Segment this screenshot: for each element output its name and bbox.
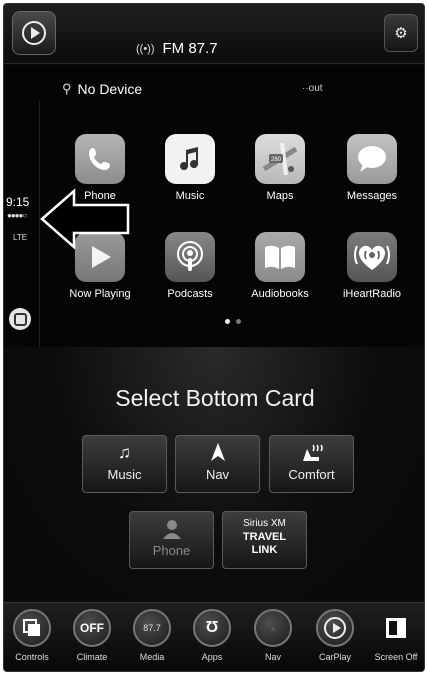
left-arrow-icon bbox=[40, 188, 130, 250]
radio-station-label: FM 87.7 bbox=[162, 40, 218, 57]
app-podcasts[interactable]: Podcasts bbox=[154, 232, 226, 300]
phone-icon bbox=[75, 134, 125, 184]
card-line3: LINK bbox=[251, 544, 278, 556]
usb-icon: ⚲ bbox=[62, 81, 72, 96]
app-label: Now Playing bbox=[69, 288, 131, 300]
uconnect-screen: ((•)) FM 87.7 ⚙ ⚲ No Device ··out 9:15 ●… bbox=[3, 3, 425, 672]
controls-icon bbox=[13, 609, 51, 647]
dock-label: Screen Off bbox=[374, 652, 418, 662]
dock-apps[interactable]: Ʊ Apps bbox=[183, 609, 241, 662]
climate-off-icon: OFF bbox=[73, 609, 111, 647]
audiobooks-icon bbox=[255, 232, 305, 282]
app-label: Messages bbox=[346, 190, 398, 202]
dock-carplay[interactable]: CarPlay bbox=[306, 609, 364, 662]
card-music[interactable]: ♫ Music bbox=[82, 435, 167, 493]
dock-climate[interactable]: OFF Climate bbox=[63, 609, 121, 662]
gear-icon: ⚙ bbox=[394, 25, 408, 42]
dock-label: CarPlay bbox=[318, 652, 351, 662]
maps-badge: 280 bbox=[271, 157, 282, 163]
dock-label: Media bbox=[139, 652, 165, 662]
apps-icon: Ʊ bbox=[193, 609, 231, 647]
top-bar: ((•)) FM 87.7 ⚙ bbox=[4, 4, 424, 64]
app-iheartradio[interactable]: iHeartRadio bbox=[336, 232, 408, 300]
carplay-icon bbox=[22, 21, 46, 45]
card-label: Nav bbox=[205, 467, 230, 482]
app-label: Audiobooks bbox=[251, 288, 309, 300]
card-line2: TRAVEL bbox=[242, 531, 287, 543]
carplay-area: ⚲ No Device ··out 9:15 ●●●●○ LTE Phone M… bbox=[4, 65, 424, 347]
card-phone[interactable]: Phone bbox=[129, 511, 214, 569]
card-line1: Sirius XM bbox=[243, 518, 286, 529]
screen-off-icon bbox=[377, 609, 415, 647]
out-label: ··out bbox=[302, 83, 323, 94]
carplay-icon bbox=[316, 609, 354, 647]
app-music[interactable]: Music bbox=[154, 134, 226, 202]
maps-icon: 280 bbox=[255, 134, 305, 184]
app-label: iHeartRadio bbox=[342, 288, 402, 300]
card-siriusxm-travel-link[interactable]: Sirius XM TRAVEL LINK bbox=[222, 511, 307, 569]
radio-status[interactable]: ((•)) FM 87.7 bbox=[136, 40, 218, 57]
dock-label: Apps bbox=[201, 652, 223, 662]
signal-strength-icon: ●●●●○ bbox=[7, 211, 27, 220]
dock-label: Climate bbox=[76, 652, 108, 662]
bottom-card-selector: Select Bottom Card ♫ Music Nav Comfort P… bbox=[4, 347, 424, 602]
dock-label: Controls bbox=[15, 652, 49, 662]
dock-nav[interactable]: ▲ Nav bbox=[244, 609, 302, 662]
card-label: Phone bbox=[152, 543, 191, 558]
app-label: Podcasts bbox=[167, 288, 213, 300]
page-dot bbox=[236, 319, 241, 324]
device-status-label: No Device bbox=[77, 81, 143, 97]
app-label: Maps bbox=[266, 190, 294, 202]
iheartradio-icon bbox=[347, 232, 397, 282]
dock-media[interactable]: 87.7 Media bbox=[123, 609, 181, 662]
nav-icon: ▲ bbox=[254, 609, 292, 647]
media-icon: 87.7 bbox=[133, 609, 171, 647]
podcasts-icon bbox=[165, 232, 215, 282]
dock-screen-off[interactable]: Screen Off bbox=[367, 609, 424, 662]
app-label: Music bbox=[175, 190, 205, 202]
dock-controls[interactable]: Controls bbox=[4, 609, 61, 662]
music-icon bbox=[165, 134, 215, 184]
messages-icon bbox=[347, 134, 397, 184]
clock-time: 9:15 bbox=[6, 195, 30, 209]
bottom-dock: Controls OFF Climate 87.7 Media Ʊ Apps ▲… bbox=[4, 602, 424, 671]
carplay-home-dot-button[interactable] bbox=[9, 308, 31, 330]
page-dot-active bbox=[225, 319, 230, 324]
app-maps[interactable]: 280 Maps bbox=[244, 134, 316, 202]
bottom-card-title: Select Bottom Card bbox=[115, 385, 315, 411]
antenna-icon: ((•)) bbox=[136, 42, 155, 55]
nav-arrow-icon bbox=[176, 443, 259, 463]
carplay-home-button[interactable] bbox=[12, 11, 56, 55]
page-indicator bbox=[225, 319, 241, 324]
network-type: LTE bbox=[13, 233, 28, 242]
app-audiobooks[interactable]: Audiobooks bbox=[244, 232, 316, 300]
device-status: ⚲ No Device bbox=[62, 81, 142, 97]
card-label: Comfort bbox=[288, 467, 335, 482]
music-note-icon: ♫ bbox=[118, 443, 131, 462]
card-comfort[interactable]: Comfort bbox=[269, 435, 354, 493]
card-nav[interactable]: Nav bbox=[175, 435, 260, 493]
dock-label: Nav bbox=[264, 652, 281, 662]
card-label: Music bbox=[107, 467, 142, 482]
seat-heat-icon bbox=[270, 443, 353, 463]
app-messages[interactable]: Messages bbox=[336, 134, 408, 202]
settings-button[interactable]: ⚙ bbox=[384, 14, 418, 52]
person-icon bbox=[130, 519, 213, 539]
